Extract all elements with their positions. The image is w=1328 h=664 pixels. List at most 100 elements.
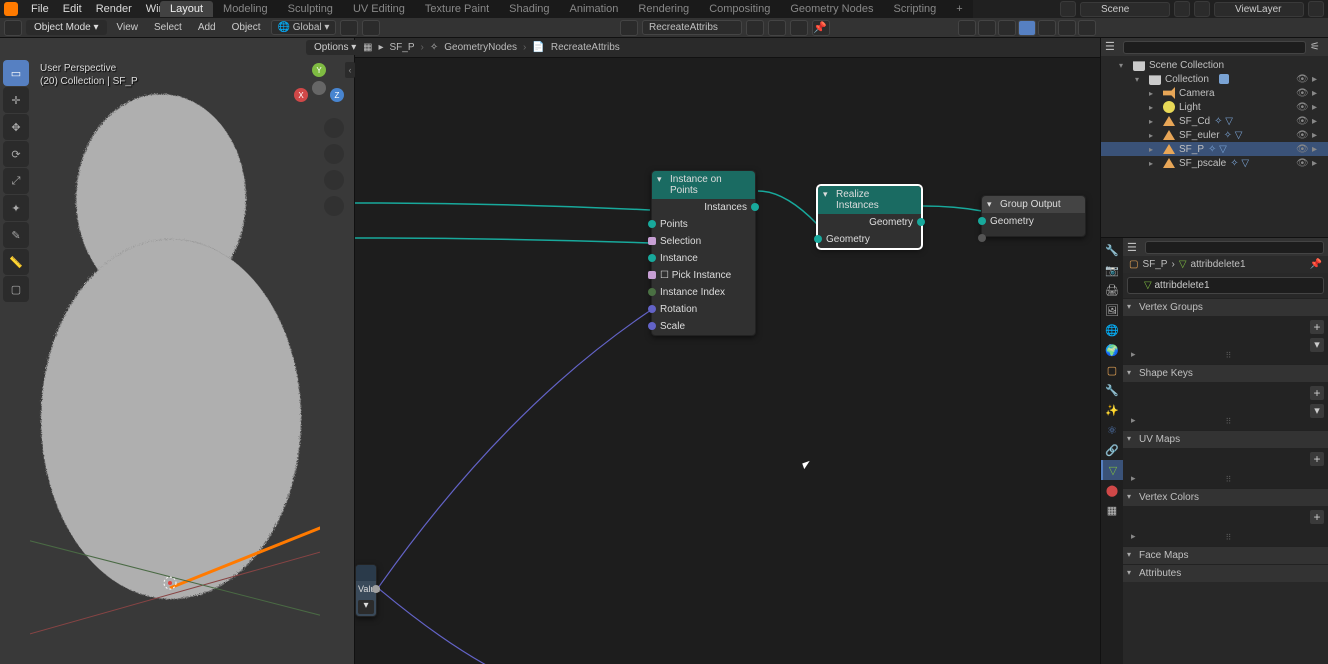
geometry-node-editor[interactable]: ▦ View ▸ SF_P › ✧ GeometryNodes › 📄 Recr… — [355, 38, 1100, 664]
tree-item-light[interactable]: ▸ Light 👁▸ — [1101, 100, 1328, 114]
menu-file[interactable]: File — [24, 3, 56, 15]
editor-type-icon[interactable]: ▦ — [363, 42, 372, 53]
add-icon[interactable]: + — [1310, 320, 1324, 334]
panel-vertex-groups-header[interactable]: Vertex Groups — [1123, 299, 1328, 316]
viewport-3d[interactable]: User Perspective (20) Collection | SF_P … — [0, 38, 355, 664]
tree-item-camera[interactable]: ▸ Camera 👁▸ — [1101, 86, 1328, 100]
dropdown-icon[interactable]: ▾ — [1310, 338, 1324, 352]
pan-icon[interactable] — [324, 144, 344, 164]
tab-uv-editing[interactable]: UV Editing — [343, 1, 415, 17]
proptab-texture[interactable]: ▦ — [1101, 500, 1123, 520]
expand-icon[interactable]: ▸ — [1131, 349, 1136, 360]
restrict-select-icon[interactable]: ▸ — [1312, 74, 1324, 85]
menu-edit[interactable]: Edit — [56, 3, 89, 15]
add-icon[interactable]: + — [1310, 510, 1324, 524]
node-group-output[interactable]: Group Output Geometry — [981, 195, 1086, 237]
tab-compositing[interactable]: Compositing — [699, 1, 780, 17]
properties-editor[interactable]: 🔧 📷 🖨 🖼 🌐 🌍 ▢ 🔧 ✨ ⚛ 🔗 ▽ ⬤ ▦ ☰ ▢ SF_P › ▽… — [1100, 238, 1328, 664]
proptab-render[interactable]: 📷 — [1101, 260, 1123, 280]
restrict-visible-icon[interactable]: 👁 — [1296, 74, 1308, 85]
node-instance-on-points[interactable]: Instance on Points Instances Points Sele… — [651, 170, 756, 336]
pin-icon[interactable]: 📌 — [1310, 259, 1322, 270]
node-tree-type-icon[interactable] — [620, 20, 638, 36]
tab-animation[interactable]: Animation — [560, 1, 629, 17]
menu-add[interactable]: Add — [192, 22, 222, 33]
socket-icon[interactable] — [648, 288, 656, 296]
pin-icon[interactable] — [746, 20, 764, 36]
scene-field[interactable]: Scene — [1080, 2, 1170, 17]
shading-rendered-icon[interactable] — [1078, 20, 1096, 36]
overlay-toggle-icon[interactable] — [958, 20, 976, 36]
node-realize-instances[interactable]: Realize Instances Geometry Geometry — [817, 185, 922, 249]
tab-add[interactable]: + — [946, 1, 972, 17]
axis-z-icon[interactable]: Z — [330, 88, 344, 102]
proptab-output[interactable]: 🖨 — [1101, 280, 1123, 300]
properties-search[interactable] — [1145, 241, 1324, 254]
tab-rendering[interactable]: Rendering — [628, 1, 699, 17]
menu-render[interactable]: Render — [89, 3, 139, 15]
node-pin-icon[interactable]: 📌 — [812, 20, 830, 36]
tool-rotate[interactable]: ⟳ — [3, 141, 29, 167]
tab-geometry-nodes[interactable]: Geometry Nodes — [780, 1, 883, 17]
proptab-particle[interactable]: ✨ — [1101, 400, 1123, 420]
shading-wireframe-icon[interactable] — [1018, 20, 1036, 36]
tree-collection[interactable]: ▾ Collection 👁▸ — [1101, 72, 1328, 86]
proptab-tool[interactable]: 🔧 — [1101, 240, 1123, 260]
tab-modeling[interactable]: Modeling — [213, 1, 278, 17]
proptab-scene[interactable]: 🌐 — [1101, 320, 1123, 340]
add-icon[interactable]: + — [1310, 386, 1324, 400]
zoom-icon[interactable] — [324, 118, 344, 138]
snap-type-icon[interactable] — [362, 20, 380, 36]
expand-icon[interactable]: ▸ — [1131, 531, 1136, 542]
properties-type-icon[interactable]: ☰ — [1127, 241, 1141, 254]
tree-item-sf-cd[interactable]: ▸ SF_Cd ✧ ▽ 👁▸ — [1101, 114, 1328, 128]
socket-icon[interactable] — [372, 585, 380, 593]
shading-preview-icon[interactable] — [1058, 20, 1076, 36]
tree-scene-collection[interactable]: ▾ Scene Collection — [1101, 58, 1328, 72]
tree-item-sf-p[interactable]: ▸ SF_P ✧ ▽ 👁▸ — [1101, 142, 1328, 156]
orientation-dropdown[interactable]: 🌐 Global ▾ — [271, 20, 337, 35]
editor-type-3dview-icon[interactable] — [4, 20, 22, 36]
tool-cursor[interactable]: ✛ — [3, 87, 29, 113]
tree-item-sf-euler[interactable]: ▸ SF_euler ✧ ▽ 👁▸ — [1101, 128, 1328, 142]
panel-attributes-header[interactable]: Attributes — [1123, 565, 1328, 582]
outliner[interactable]: ☰ ⚟ ▾ Scene Collection ▾ Collection 👁▸ ▸… — [1100, 38, 1328, 238]
tool-annotate[interactable]: ✎ — [3, 222, 29, 248]
menu-object[interactable]: Object — [226, 22, 267, 33]
add-icon[interactable]: + — [1310, 452, 1324, 466]
tool-transform[interactable]: ✦ — [3, 195, 29, 221]
snap-toggle-icon[interactable] — [340, 20, 358, 36]
proptab-mesh-data[interactable]: ▽ — [1101, 460, 1123, 480]
dropdown-icon[interactable]: ▾ — [1310, 404, 1324, 418]
panel-vertex-colors-header[interactable]: Vertex Colors — [1123, 489, 1328, 506]
outliner-search[interactable] — [1123, 41, 1306, 54]
mode-dropdown[interactable]: Object Mode ▾ — [26, 20, 107, 35]
socket-geom-icon[interactable] — [751, 203, 759, 211]
proptab-object[interactable]: ▢ — [1101, 360, 1123, 380]
viewlayer-field[interactable]: ViewLayer — [1214, 2, 1304, 17]
menu-select[interactable]: Select — [148, 22, 188, 33]
collapse-panel-icon[interactable]: ‹ — [345, 62, 355, 78]
scene-browse-icon[interactable] — [1060, 1, 1076, 17]
xray-toggle-icon[interactable] — [998, 20, 1016, 36]
tool-measure[interactable]: 📏 — [3, 249, 29, 275]
socket-icon[interactable] — [648, 254, 656, 262]
node-value-partial[interactable]: Value ▾ — [355, 564, 377, 617]
viewlayer-new-icon[interactable] — [1308, 1, 1324, 17]
socket-icon[interactable] — [648, 305, 656, 313]
socket-icon[interactable] — [648, 322, 656, 330]
panel-face-maps-header[interactable]: Face Maps — [1123, 547, 1328, 564]
socket-icon[interactable] — [648, 220, 656, 228]
socket-icon[interactable] — [978, 234, 986, 242]
socket-icon[interactable] — [917, 218, 925, 226]
shading-solid-icon[interactable] — [1038, 20, 1056, 36]
options-dropdown[interactable]: Options ▾ — [306, 40, 364, 55]
socket-icon[interactable] — [814, 235, 822, 243]
socket-icon[interactable] — [978, 217, 986, 225]
proptab-physics[interactable]: ⚛ — [1101, 420, 1123, 440]
tool-move[interactable]: ✥ — [3, 114, 29, 140]
perspective-toggle-icon[interactable] — [324, 196, 344, 216]
proptab-constraint[interactable]: 🔗 — [1101, 440, 1123, 460]
expand-icon[interactable]: ▸ — [1131, 473, 1136, 484]
proptab-modifier[interactable]: 🔧 — [1101, 380, 1123, 400]
